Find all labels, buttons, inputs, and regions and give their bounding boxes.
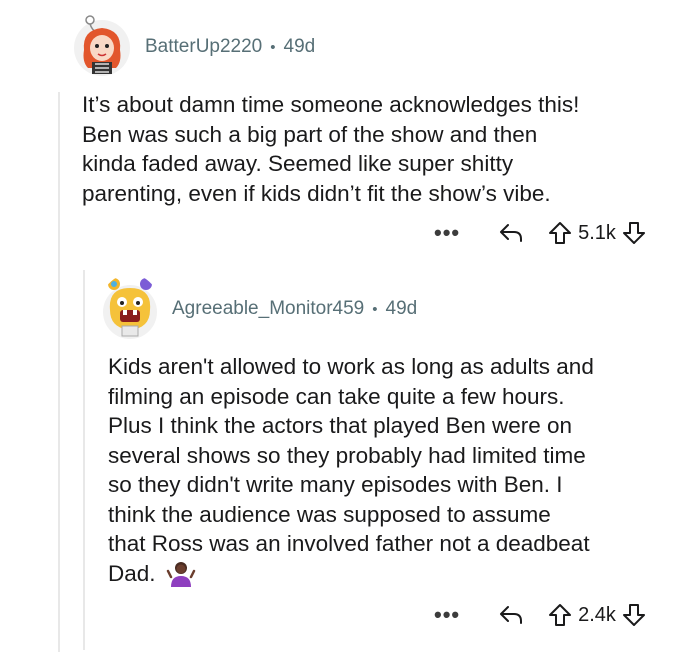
comment-line: so they didn't write many episodes with … — [108, 472, 563, 497]
separator-dot: • — [270, 38, 276, 56]
comment-line: Dad. — [108, 560, 156, 586]
comment-line-last: Dad. — [108, 559, 688, 589]
reply-button[interactable] — [498, 604, 524, 626]
comment-line: Kids aren't allowed to work as long as a… — [108, 354, 594, 379]
upvote-button[interactable] — [548, 603, 572, 627]
vote-score: 5.1k — [578, 221, 616, 244]
downvote-arrow-icon — [622, 222, 645, 244]
avatar[interactable] — [72, 12, 132, 78]
thread-line[interactable] — [58, 92, 60, 652]
downvote-button[interactable] — [622, 603, 646, 627]
comment-line: It’s about damn time someone acknowledge… — [82, 92, 580, 117]
downvote-arrow-icon — [622, 604, 645, 626]
avatar-batterup-icon — [74, 15, 130, 76]
upvote-button[interactable] — [548, 221, 572, 245]
comment-header: BatterUp2220 • 49d — [145, 36, 315, 58]
comment-body: It’s about damn time someone acknowledge… — [82, 90, 682, 208]
comment-actions: ••• 5.1k — [434, 220, 646, 246]
comment-line: think the audience was supposed to assum… — [108, 501, 551, 527]
downvote-button[interactable] — [622, 221, 646, 245]
comment-header: Agreeable_Monitor459 • 49d — [172, 298, 417, 320]
avatar[interactable] — [100, 274, 160, 340]
vote-score: 2.4k — [578, 603, 616, 626]
avatar-agreeable-monitor-icon — [103, 278, 157, 339]
username[interactable]: BatterUp2220 — [145, 36, 262, 58]
more-options-button[interactable]: ••• — [434, 602, 460, 628]
upvote-arrow-icon — [549, 604, 572, 626]
more-options-button[interactable]: ••• — [434, 220, 460, 246]
username[interactable]: Agreeable_Monitor459 — [172, 298, 364, 320]
comment-line: filming an episode can take quite a few … — [108, 383, 565, 409]
upvote-arrow-icon — [549, 222, 572, 244]
comment-age: 49d — [283, 36, 316, 57]
comment-line: kinda faded away. Seemed like super shit… — [82, 151, 514, 176]
comment-line: Plus I think the actors that played Ben … — [108, 413, 573, 438]
reply-arrow-icon — [500, 224, 523, 242]
comment-body: Kids aren't allowed to work as long as a… — [108, 352, 688, 589]
reply-thread-line[interactable] — [83, 270, 85, 650]
reply-arrow-icon — [500, 606, 523, 624]
comment-age: 49d — [385, 298, 418, 319]
comment-line: that Ross was an involved father not a d… — [108, 531, 590, 556]
comment-line: parenting, even if kids didn’t fit the s… — [82, 180, 551, 206]
shrug-emoji-icon — [166, 559, 196, 589]
reply-button[interactable] — [498, 222, 524, 244]
separator-dot: • — [372, 300, 378, 318]
comment-line: several shows so they probably had limit… — [108, 442, 586, 468]
comment-actions: ••• 2.4k — [434, 602, 646, 628]
comment-line: Ben was such a big part of the show and … — [82, 121, 538, 147]
